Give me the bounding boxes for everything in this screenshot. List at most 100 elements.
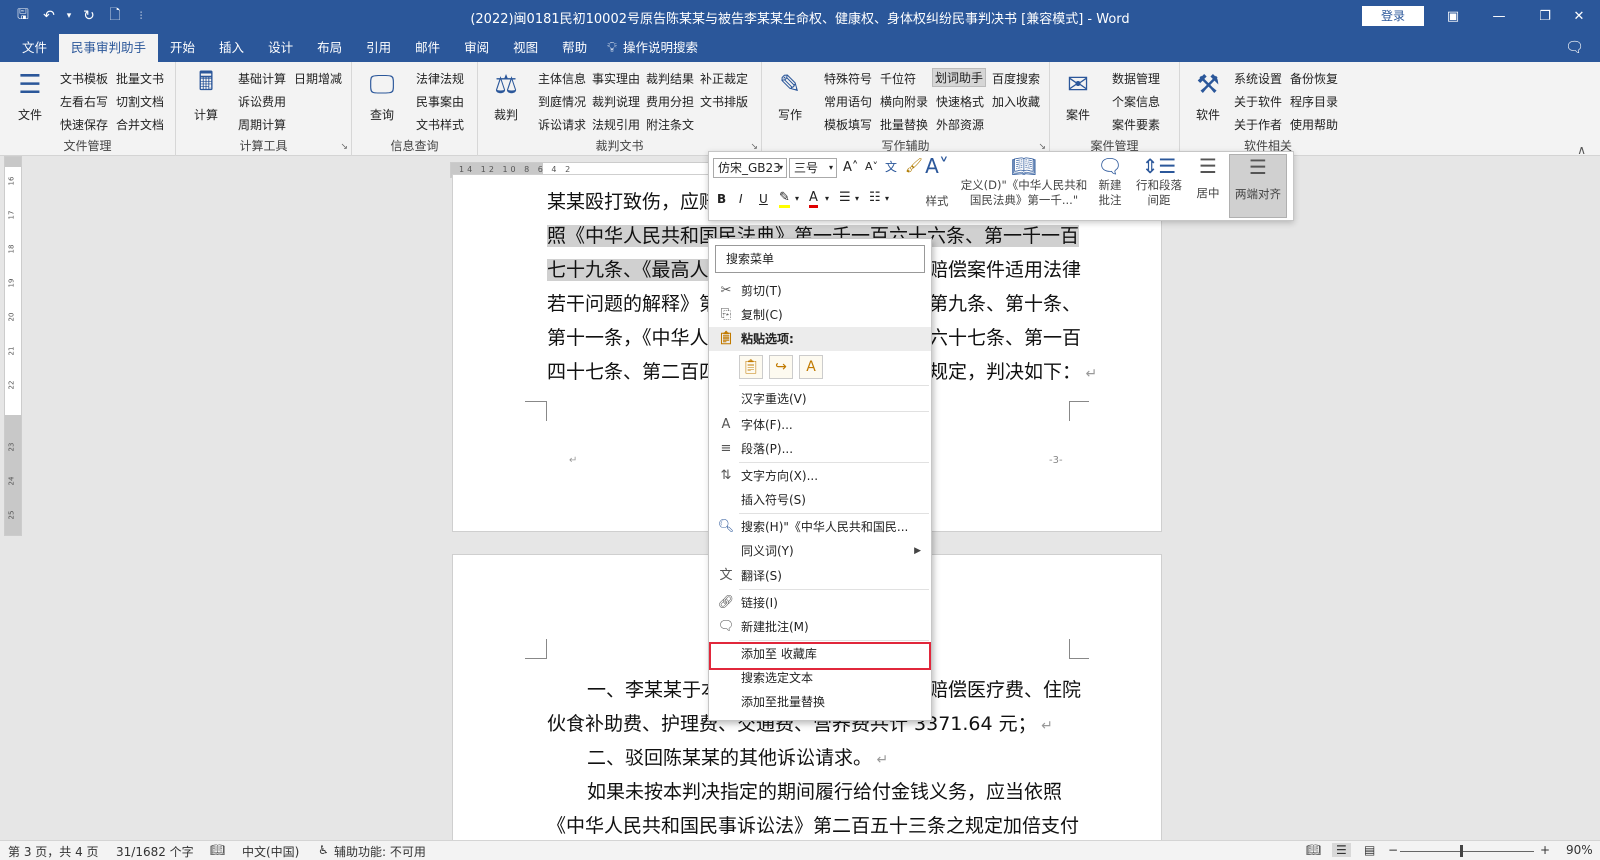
page-count[interactable]: 第 3 页，共 4 页 [8,843,99,860]
menu-paragraph[interactable]: ≡ 段落(P)... [709,437,931,461]
accessibility-status[interactable]: 辅助功能: 不可用 [334,843,426,860]
landscape-appendix-button[interactable]: 横向附录 [880,93,928,110]
tab-help[interactable]: 帮助 [550,34,599,62]
case-button[interactable]: ✉ 案件 [1056,68,1100,123]
font-size-select[interactable]: 三号 ▾ [789,158,837,178]
tell-me-search[interactable]: 操作说明搜索 [621,34,710,62]
underline-icon[interactable]: U [759,192,768,206]
doc-template-button[interactable]: 文书模板 [60,70,108,87]
tab-home[interactable]: 开始 [158,34,207,62]
tab-view[interactable]: 视图 [501,34,550,62]
center-button[interactable]: ☰ 居中 [1191,154,1225,201]
attendance-button[interactable]: 到庭情况 [538,93,586,110]
program-dir-button[interactable]: 程序目录 [1290,93,1338,110]
tab-references[interactable]: 引用 [354,34,403,62]
law-citation-button[interactable]: 法规引用 [592,116,640,133]
zoom-in-icon[interactable]: + [1540,843,1550,857]
styles-button[interactable]: A˅ 样式 [919,154,955,209]
tab-mailings[interactable]: 邮件 [403,34,452,62]
font-name-select[interactable]: 仿宋_GB23 ▾ [713,158,787,178]
merge-docs-button[interactable]: 合并文档 [116,116,164,133]
paste-text-only-icon[interactable]: A [799,355,823,379]
tab-design[interactable]: 设计 [256,34,305,62]
basic-calc-button[interactable]: 基础计算 [238,70,286,87]
template-fill-button[interactable]: 模板填写 [824,116,872,133]
period-calc-button[interactable]: 周期计算 [238,116,286,133]
bold-icon[interactable]: B [717,192,726,206]
dropdown-icon[interactable]: ▾ [64,5,74,27]
party-info-button[interactable]: 主体信息 [538,70,586,87]
highlight-icon[interactable]: ✎ [779,190,790,208]
menu-cut[interactable]: ✂ 剪切(T) [709,279,931,303]
thousand-sep-button[interactable]: 千位符 [880,70,916,87]
word-count[interactable]: 31/1682 个字 [116,843,194,860]
collapse-ribbon-icon[interactable]: ∧ [1577,143,1586,157]
numbering-icon[interactable]: ☷ [869,190,881,205]
bullets-icon[interactable]: ☰ [839,190,851,205]
zoom-level[interactable]: 90% [1566,843,1593,857]
paste-keep-format-icon[interactable]: 📋︎ [739,355,763,379]
civil-causes-button[interactable]: 民事案由 [416,93,464,110]
paste-merge-format-icon[interactable]: ↪ [769,355,793,379]
new-document-icon[interactable]: 🗋 [104,5,126,27]
zoom-slider[interactable] [1400,851,1534,852]
menu-search[interactable]: 🔍︎ 搜索(H)"《中华人民共和国民... [709,515,931,539]
judgment-result-button[interactable]: 裁判结果 [646,70,694,87]
menu-text-direction[interactable]: ⇅ 文字方向(X)... [709,464,931,488]
login-button[interactable]: 登录 [1362,6,1424,26]
zoom-out-icon[interactable]: − [1388,843,1398,857]
zoom-slider-thumb[interactable] [1460,845,1463,857]
close-icon[interactable]: ✕ [1556,0,1600,32]
help-button[interactable]: 使用帮助 [1290,116,1338,133]
facts-reasons-button[interactable]: 事实理由 [592,70,640,87]
tab-layout[interactable]: 布局 [305,34,354,62]
menu-synonyms[interactable]: 同义词(Y) ▶ [709,539,931,563]
quick-save-button[interactable]: 快速保存 [60,116,108,133]
grow-font-icon[interactable]: A˄ [843,160,858,175]
italic-icon[interactable]: I [739,192,743,206]
redo-icon[interactable]: ↻ [78,5,100,27]
system-settings-button[interactable]: 系统设置 [1234,70,1282,87]
writing-button[interactable]: ✎ 写作 [768,68,812,123]
case-elements-button[interactable]: 案件要素 [1112,116,1160,133]
judgment-button[interactable]: ⚖ 裁判 [484,68,528,123]
dropdown-icon[interactable]: ▾ [855,194,859,203]
define-button[interactable]: 📖︎ 定义(D)"《中华人民共和国民法典》第一千..." [959,154,1089,208]
ribbon-display-options-icon[interactable]: ▣ [1430,0,1476,32]
menu-font[interactable]: A 字体(F)... [709,413,931,437]
language-status[interactable]: 中文(中国) [242,843,299,860]
batch-docs-button[interactable]: 批量文书 [116,70,164,87]
reasoning-button[interactable]: 裁判说理 [592,93,640,110]
quick-format-button[interactable]: 快速格式 [936,93,984,110]
dropdown-icon[interactable]: ▾ [885,194,889,203]
tab-review[interactable]: 审阅 [452,34,501,62]
undo-icon[interactable]: ↶ [38,5,60,27]
menu-add-batch-replace[interactable]: 添加至批量替换 [709,690,931,714]
menu-copy[interactable]: ⎘ 复制(C) [709,303,931,327]
customize-qat-icon[interactable]: ⫶ [130,5,152,27]
line-spacing-button[interactable]: ⇕☰ 行和段落间距 [1131,154,1187,208]
menu-new-comment[interactable]: 🗨︎ 新建批注(M) [709,615,931,639]
claims-button[interactable]: 诉讼请求 [538,116,586,133]
menu-link[interactable]: 🔗︎ 链接(I) [709,591,931,615]
dropdown-icon[interactable]: ▾ [825,194,829,203]
date-calc-button[interactable]: 日期增减 [294,70,342,87]
baidu-search-button[interactable]: 百度搜索 [992,70,1040,87]
software-button[interactable]: ⚒ 软件 [1186,68,1230,123]
menu-search-input[interactable]: 搜索菜单 [715,245,925,273]
menu-translate[interactable]: 文翻译(S) [709,564,931,588]
minimize-icon[interactable]: — [1476,0,1522,32]
correction-ruling-button[interactable]: 补正裁定 [700,70,748,87]
data-management-button[interactable]: 数据管理 [1112,70,1160,87]
litigation-fee-button[interactable]: 诉讼费用 [238,93,286,110]
new-comment-button[interactable]: 🗨︎ 新建批注 [1093,154,1127,208]
font-color-icon[interactable]: A [809,190,818,208]
doc-layout-button[interactable]: 文书排版 [700,93,748,110]
about-software-button[interactable]: 关于软件 [1234,93,1282,110]
tab-file[interactable]: 文件 [10,34,59,62]
tab-civil-assistant[interactable]: 民事审判助手 [59,34,159,62]
special-symbols-button[interactable]: 特殊符号 [824,70,872,87]
batch-replace-button[interactable]: 批量替换 [880,116,928,133]
case-info-button[interactable]: 个案信息 [1112,93,1160,110]
web-layout-icon[interactable]: ▤ [1364,843,1375,857]
